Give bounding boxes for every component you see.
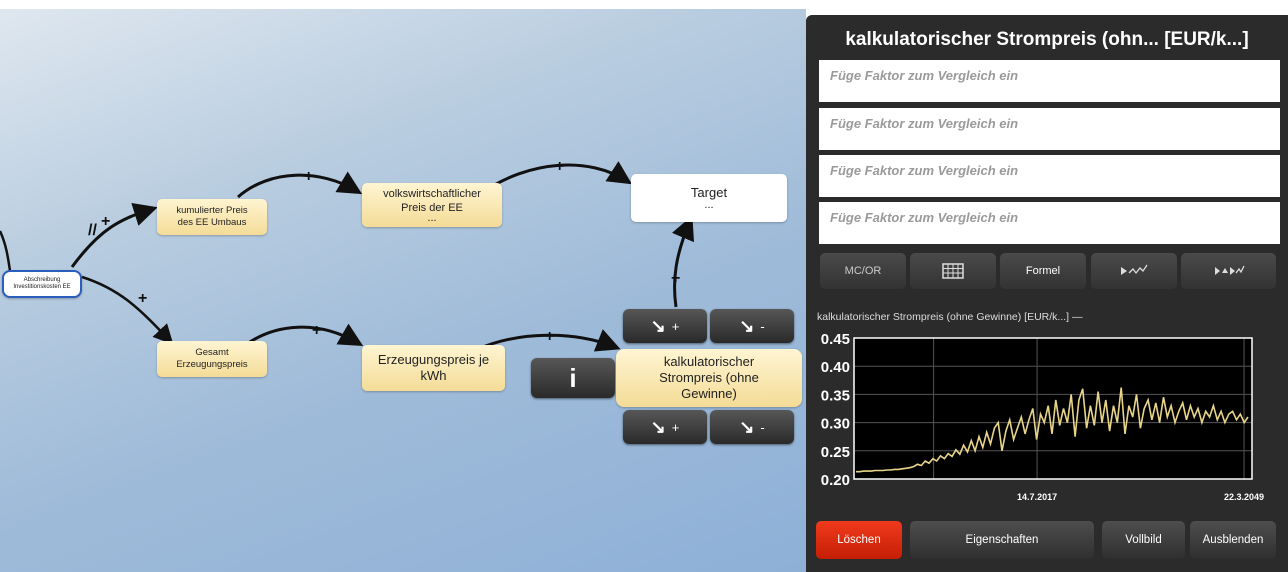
node-label: Strompreis (ohne [659, 369, 759, 385]
link-left-abschreibung[interactable] [0, 230, 12, 272]
compare-factor-field[interactable]: Füge Faktor zum Vergleich ein [819, 202, 1280, 244]
arrow-down-right-icon: ↘ [739, 315, 755, 336]
mcor-label: MC/OR [844, 265, 882, 277]
link-kalk-target[interactable] [671, 215, 695, 308]
delete-button[interactable]: Löschen [816, 521, 902, 559]
multi-play-icon [1214, 265, 1245, 275]
y-tick-label: 0.25 [821, 444, 850, 461]
node-target[interactable]: Target... [631, 174, 787, 222]
y-tick-label: 0.20 [821, 472, 850, 489]
y-tick-label: 0.35 [821, 387, 850, 404]
link-layer: // + + + + + + + [0, 158, 695, 352]
compare-factor-field[interactable]: Füge Faktor zum Vergleich ein [819, 155, 1280, 197]
play-graph-icon [1121, 264, 1148, 275]
minus-label: - [760, 419, 765, 435]
info-button[interactable]: i [531, 358, 615, 398]
y-tick-label: 0.30 [821, 416, 850, 433]
info-label: i [569, 362, 577, 393]
increase-button[interactable]: ↘ + [623, 410, 707, 444]
formula-label: Formel [1025, 265, 1061, 277]
edge-label-delay: // [88, 222, 97, 239]
delete-label: Löschen [837, 534, 881, 546]
node-label: des EE Umbaus [177, 217, 247, 228]
fullscreen-button[interactable]: Vollbild [1102, 521, 1185, 559]
edge-label-plus: + [545, 328, 554, 345]
x-tick-label: 22.3.2049 [1224, 492, 1264, 502]
decrease-button[interactable]: ↘ - [710, 309, 794, 343]
edge-label-plus: + [304, 168, 313, 185]
node-label: Erzeugungspreis je [377, 351, 490, 367]
node-label: kumulierter Preis [176, 205, 248, 217]
formula-button[interactable]: Formel [1000, 253, 1086, 289]
y-tick-label: 0.40 [821, 359, 850, 376]
plot-area [854, 338, 1252, 479]
play-graph-button[interactable] [1091, 253, 1177, 289]
chart-legend: kalkulatorischer Strompreis (ohne Gewinn… [817, 311, 1083, 323]
edge-label-plus: + [138, 290, 147, 307]
arrow-down-right-icon: ↘ [739, 416, 755, 437]
properties-label: Eigenschaften [965, 534, 1039, 546]
diagram-canvas[interactable]: // + + + + + + + Abschreibung Investitio… [0, 9, 806, 572]
node-label: Abschreibung Investitionskosten EE [13, 276, 71, 291]
arrow-down-right-icon: ↘ [650, 416, 666, 437]
node-label: Gewinne) [681, 386, 737, 402]
hide-label: Ausblenden [1202, 534, 1264, 546]
increase-button[interactable]: ↘ + [623, 309, 707, 343]
fullscreen-label: Vollbild [1125, 534, 1162, 546]
legend-label: kalkulatorischer Strompreis (ohne Gewinn… [817, 311, 1083, 323]
properties-button[interactable]: Eigenschaften [910, 521, 1094, 559]
arrow-down-right-icon: ↘ [650, 315, 666, 336]
table-icon [942, 263, 964, 279]
link-kumulierter-volks[interactable] [237, 171, 363, 199]
compare-factor-field[interactable]: Füge Faktor zum Vergleich ein [819, 108, 1280, 150]
edge-label-plus: + [312, 322, 321, 339]
minus-label: - [760, 318, 765, 334]
node-kumulierter-preis[interactable]: kumulierter Preis des EE Umbaus [157, 199, 267, 235]
table-button[interactable] [910, 253, 996, 289]
time-series-chart[interactable]: 0.45 0.40 0.35 0.30 0.25 0.20 14.7.2017 22.3.20… [806, 328, 1288, 513]
node-volkswirtschaftlicher-preis[interactable]: volkswirtschaftlicher Preis der EE... [362, 183, 502, 227]
compare-factor-field[interactable]: Füge Faktor zum Vergleich ein [819, 60, 1280, 102]
plus-label: + [671, 318, 680, 334]
decrease-button[interactable]: ↘ - [710, 410, 794, 444]
mcor-button[interactable]: MC/OR [820, 253, 906, 289]
node-abschreibung[interactable]: Abschreibung Investitionskosten EE [2, 270, 82, 298]
node-label: kalkulatorischer [663, 353, 755, 369]
y-tick-label: 0.45 [821, 331, 850, 348]
x-tick-label: 14.7.2017 [1017, 492, 1057, 502]
node-label: ... [427, 212, 437, 225]
node-label: kWh [420, 368, 447, 383]
panel-title: kalkulatorischer Strompreis (ohn... [EUR… [845, 29, 1249, 50]
edge-label-plus: + [555, 158, 564, 175]
edge-label-plus: + [671, 270, 680, 287]
node-gesamt-erzeugungspreis[interactable]: Gesamt Erzeugungspreis [157, 341, 267, 377]
link-volks-target[interactable] [479, 161, 633, 196]
node-label: volkswirtschaftlicher [383, 187, 481, 200]
edge-label-plus: + [101, 213, 110, 230]
hide-button[interactable]: Ausblenden [1190, 521, 1276, 559]
node-kalkulatorischer-strompreis[interactable]: kalkulatorischer Strompreis (ohne Gewinne) [616, 349, 802, 407]
plus-label: + [671, 419, 680, 435]
node-erzeugungspreis-kwh[interactable]: Erzeugungspreis je kWh [362, 345, 505, 391]
multi-play-button[interactable] [1181, 253, 1276, 289]
link-abschreibung-gesamt[interactable] [81, 275, 174, 345]
factor-panel: kalkulatorischer Strompreis (ohn... [EUR… [806, 15, 1288, 572]
node-label: ... [704, 199, 714, 212]
link-abschreibung-kumulierter[interactable] [70, 202, 158, 268]
node-label: Gesamt [195, 347, 229, 359]
node-label: Erzeugungspreis [176, 359, 248, 370]
